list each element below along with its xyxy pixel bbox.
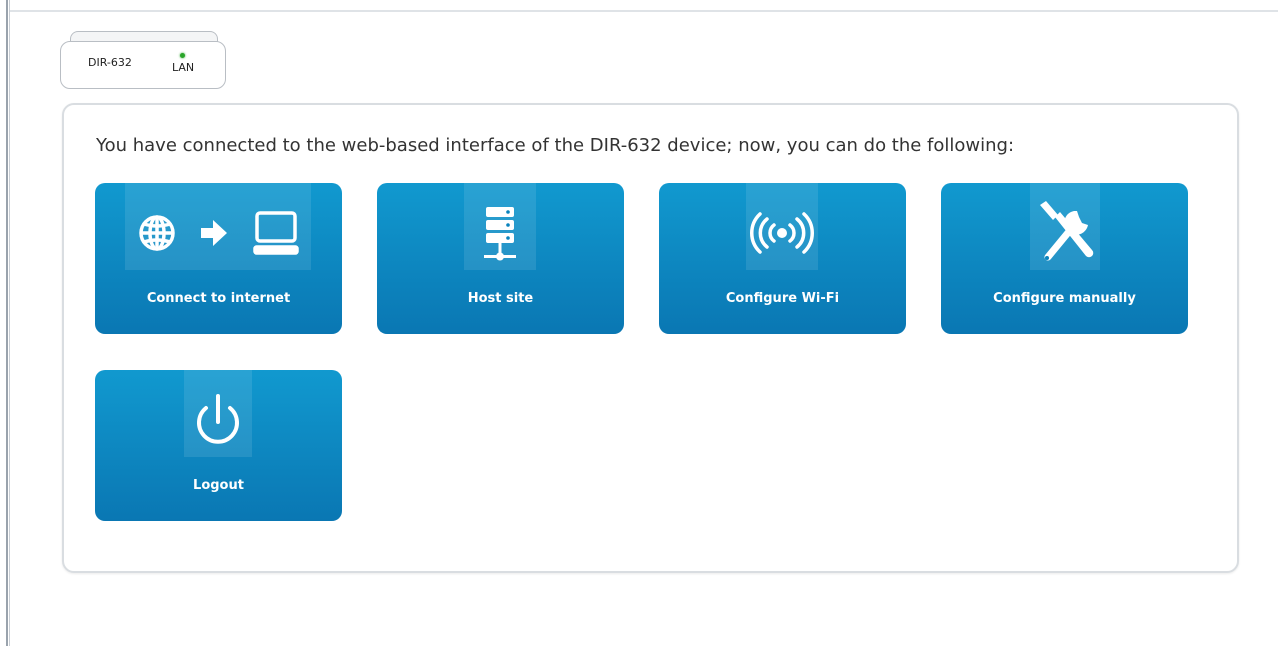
logout-button[interactable]: Logout [95,370,342,521]
tools-icon [1030,183,1100,270]
tile-label: Configure Wi-Fi [725,291,840,306]
server-icon [464,183,536,270]
lan-status-led-icon [180,53,185,58]
device-badge: DIR-632 LAN [60,31,226,89]
configure-wifi-button[interactable]: Configure Wi-Fi [659,183,906,334]
lan-port-label: LAN [172,61,195,74]
tile-label: Logout [193,478,244,493]
connect-to-internet-button[interactable]: Connect to internet [95,183,342,334]
tile-label: Configure manually [993,291,1136,306]
page: DIR-632 LAN You have connected to the we… [0,0,1278,646]
wifi-signal-icon [746,183,818,270]
host-site-button[interactable]: Host site [377,183,624,334]
intro-text: You have connected to the web-based inte… [96,135,1015,156]
tile-label: Host site [467,291,534,306]
tile-label: Connect to internet [146,291,291,306]
device-name: DIR-632 [88,56,132,69]
configure-manually-button[interactable]: Configure manually [941,183,1188,334]
power-icon [184,370,252,457]
globe-arrow-computer-icon [125,183,311,270]
top-divider [10,10,1278,12]
quick-actions-panel: You have connected to the web-based inte… [62,103,1239,573]
device-badge-body [60,41,226,89]
left-border-inner [9,0,10,646]
left-border [6,0,8,646]
